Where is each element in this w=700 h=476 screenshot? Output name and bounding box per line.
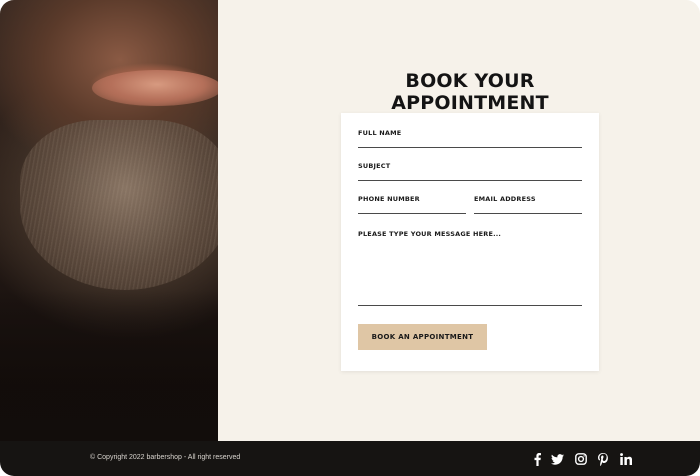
full-name-label: FULL NAME (358, 129, 402, 137)
photo-detail (92, 70, 218, 106)
page-title: BOOK YOUR APPOINTMENT (391, 70, 549, 114)
phone-number-field[interactable]: PHONE NUMBER (358, 195, 466, 214)
appointment-form: FULL NAME SUBJECT PHONE NUMBER EMAIL ADD… (341, 113, 599, 371)
linkedin-icon[interactable] (619, 452, 632, 466)
bearded-man-photo (0, 0, 218, 441)
subject-field[interactable]: SUBJECT (358, 162, 582, 181)
message-label: PLEASE TYPE YOUR MESSAGE HERE... (358, 230, 502, 238)
photo-detail (20, 120, 218, 290)
photo-detail (0, 290, 218, 441)
subject-label: SUBJECT (358, 162, 391, 170)
email-address-label: EMAIL ADDRESS (474, 195, 536, 203)
email-address-field[interactable]: EMAIL ADDRESS (474, 195, 582, 214)
twitter-icon[interactable] (551, 452, 564, 466)
facebook-icon[interactable] (532, 452, 542, 466)
page: BOOK YOUR APPOINTMENT FULL NAME SUBJECT … (0, 0, 700, 476)
message-field[interactable]: PLEASE TYPE YOUR MESSAGE HERE... (358, 230, 582, 306)
phone-number-label: PHONE NUMBER (358, 195, 420, 203)
copyright-text: © Copyright 2022 barbershop - All right … (90, 454, 241, 461)
book-appointment-button[interactable]: BOOK AN APPOINTMENT (358, 324, 487, 350)
footer: © Copyright 2022 barbershop - All right … (0, 441, 700, 476)
instagram-icon[interactable] (575, 452, 587, 466)
full-name-field[interactable]: FULL NAME (358, 129, 582, 148)
pinterest-icon[interactable] (597, 452, 608, 466)
